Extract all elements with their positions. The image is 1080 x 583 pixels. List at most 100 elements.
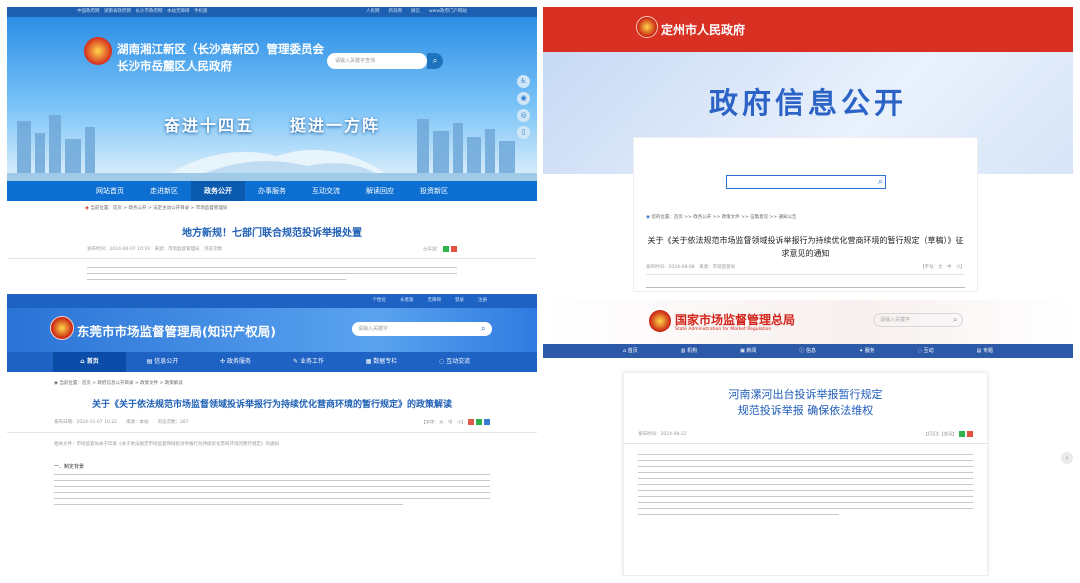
article-card: 河南漯河出台投诉举报暂行规定 规范投诉举报 确保依法维权 发布时间：2024-0… [623,372,988,576]
search-input[interactable]: ⌕ [726,175,886,189]
top-links-left[interactable]: 中国政府网 湖南省政府网 长沙市政府网 本站无障碍 手机版 [77,7,208,17]
article-title-line1: 河南漯河出台投诉举报暂行规定 [728,388,883,401]
article-body-blurred [646,282,965,292]
nav-item-home[interactable]: ⌂ 首页 [53,352,126,372]
nav-item[interactable]: ▤ 专题 [977,344,993,358]
related-file-link[interactable]: 相关文件：市场监管局关于印发《关于依法规范市场监督领域投诉举报行为持续优化营商环… [54,441,490,447]
article-title: 关于《关于依法规范市场监督领域投诉举报行为持续优化营商环境的暂行规定（草稿）》征… [647,236,964,258]
top-link[interactable]: 长者版 [400,294,414,308]
meta-info: 发布时间：2024-06-07 10:19 来源：市场监督管理局 浏览次数 [87,247,223,252]
top-link[interactable]: 无障碍 [428,294,442,308]
wechat-icon[interactable]: ◉ [517,92,530,105]
site-title-line1: 湖南湘江新区（长沙高新区）管理委员会 [117,42,324,56]
national-emblem-icon [50,316,74,340]
site-name: 东莞市市场监督管理局(知识产权局) [77,324,276,339]
breadcrumb-text[interactable]: 当前位置：首页 > 政府信息公开目录 > 政策文件 > 政策解读 [59,381,182,386]
weibo-share-icon[interactable] [468,419,474,425]
nav-item[interactable]: 办事服务 [245,181,299,201]
search-input[interactable]: 请输入关键字查询 [327,53,427,69]
chevron-right-icon[interactable]: › [1061,452,1073,464]
site-header: 国家市场监督管理总局 State Administration for Mark… [543,300,1073,344]
qq-share-icon[interactable] [484,419,490,425]
article-title: 河南漯河出台投诉举报暂行规定 规范投诉举报 确保依法维权 [624,387,987,419]
nav-item[interactable]: 走进新区 [137,181,191,201]
site-name: 国家市场监督管理总局 [675,313,796,327]
top-link[interactable]: 登录 [455,294,464,308]
article-body-blurred [7,473,537,505]
city-skyline-image [7,115,537,181]
breadcrumb-text[interactable]: 您的位置：首页 >> 政务公开 >> 政策文件 >> 征集意见 >> 通知公告 [651,215,796,220]
article-meta: 发布日期：2024-11-07 10:22 来源：本站 浏览次数：287 【字体… [7,419,537,433]
search-icon[interactable]: ⌕ [481,322,485,336]
nav-item[interactable]: ◌ 互动 [918,344,934,358]
search-input[interactable]: 请输入关键字 [352,322,492,336]
article-title: 关于《关于依法规范市场监督领域投诉举报行为持续优化营商环境的暂行规定》的政策解读 [91,400,452,410]
main-nav: 网站首页 走进新区 政务公开 办事服务 互动交流 解读回应 投资新区 [7,181,537,201]
top-links-right[interactable]: 人民网 新浪网 微信 www政府门户网站 [366,7,467,17]
weibo-share-icon[interactable] [451,246,457,252]
main-nav: ⌂ 首页 ▤ 信息公开 ✣ 政务服务 ✎ 业务工作 ▦ 数据专栏 ◌ 互动交流 [7,352,537,372]
weibo-share-icon[interactable] [967,431,973,437]
nav-item[interactable]: 网站首页 [83,181,137,201]
meta-info: 发布时间：2024-08-08 来源：市场监管局 [646,265,736,270]
mobile-icon[interactable]: ▯ [517,126,530,139]
breadcrumb: ◉ 当前位置：首页 > 政务公开 > 法定主动公开目录 > 市场监督管理局 [7,201,537,215]
main-nav: ⌂ 首页 ▥ 机构 ▣ 新闻 ⓘ 信息 ✦ 服务 ◌ 互动 ▤ 专题 [543,344,1073,358]
search-icon[interactable]: ⌕ [427,53,443,69]
nav-item[interactable]: ✎ 业务工作 [272,352,345,372]
accessibility-icon[interactable]: ♿ [517,75,530,88]
search-input[interactable]: 请输入关键字 [873,313,963,327]
screenshot-samr: 国家市场监督管理总局 State Administration for Mark… [543,300,1073,576]
wechat-share-icon[interactable] [959,431,965,437]
nav-item[interactable]: ▦ 数据专栏 [345,352,418,372]
wechat-share-icon[interactable] [476,419,482,425]
hero-banner: 湖南湘江新区（长沙高新区）管理委员会 长沙市岳麓区人民政府 请输入关键字查询 ⌕… [7,17,537,181]
nav-item[interactable]: 解读回应 [353,181,407,201]
nav-item[interactable]: 互动交流 [299,181,353,201]
breadcrumb-text[interactable]: 当前位置：首页 > 政务公开 > 法定主动公开目录 > 市场监督管理局 [90,206,227,211]
banner-title: 政府信息公开 [708,86,907,120]
breadcrumb: ◉ 当前位置：首页 > 政府信息公开目录 > 政策文件 > 政策解读 [7,372,537,394]
screenshot-dingzhou: 定州市人民政府 政府信息公开 ⌕ ◉ 您的位置：首页 >> 政务公开 >> 政策… [543,7,1073,296]
top-link[interactable]: 注册 [478,294,487,308]
top-links-bar: 中国政府网 湖南省政府网 长沙市政府网 本站无障碍 手机版 人民网 新浪网 微信… [7,7,537,17]
nav-item[interactable]: ▣ 新闻 [740,344,756,358]
national-emblem-icon [636,16,658,38]
search-icon[interactable]: ⌕ [878,176,883,188]
font-size-control[interactable]: 【字号：大 中 小】 [920,264,965,270]
site-name: 定州市人民政府 [661,23,746,37]
national-emblem-icon [649,310,671,332]
article-meta: 发布时间：2024-08-22 【打印】【关闭】 [624,431,987,444]
site-title-line2: 长沙市岳麓区人民政府 [117,59,232,73]
print-close-links[interactable]: 【打印】【关闭】 [923,433,957,438]
top-link[interactable]: 个性化 [373,294,387,308]
share-label: 分享到： [423,247,441,253]
article-title: 地方新规！七部门联合规范投诉举报处置 [182,228,362,239]
search-icon[interactable]: ⌕ [953,313,957,327]
breadcrumb: ◉ 您的位置：首页 >> 政务公开 >> 政策文件 >> 征集意见 >> 通知公… [646,214,796,220]
meta-info: 发布日期：2024-11-07 10:22 来源：本站 浏览次数：287 [54,420,189,425]
nav-item[interactable]: ✣ 政务服务 [199,352,272,372]
nav-item[interactable]: ✦ 服务 [859,344,875,358]
article-body-blurred [624,444,987,526]
nav-item[interactable]: ▥ 机构 [681,344,697,358]
font-size-control[interactable]: 【字体：大 中 小】 [421,421,466,426]
screenshot-dongguan: 个性化 长者版 无障碍 登录 注册 东莞市市场监督管理局(知识产权局) 请输入关… [7,294,537,576]
article-body-blurred [7,259,537,289]
nav-item-active[interactable]: 政务公开 [191,181,245,201]
side-share-bar: ♿ ◉ ◎ ▯ [517,75,531,143]
nav-item[interactable]: ⌂ 首页 [623,344,638,358]
nav-item[interactable]: 投资新区 [407,181,461,201]
site-header: 东莞市市场监督管理局(知识产权局) 请输入关键字 ⌕ [7,308,537,352]
article-title-line2: 规范投诉举报 确保依法维权 [737,404,874,417]
nav-item[interactable]: ⓘ 信息 [799,344,816,358]
site-name-en: State Administration for Market Regulati… [675,327,772,332]
top-links-bar: 个性化 长者版 无障碍 登录 注册 [7,294,537,308]
article-meta: 发布时间：2024-06-07 10:19 来源：市场监督管理局 浏览次数 分享… [7,246,537,259]
weibo-icon[interactable]: ◎ [517,109,530,122]
article-card: ⌕ ◉ 您的位置：首页 >> 政务公开 >> 政策文件 >> 征集意见 >> 通… [633,137,978,292]
nav-item[interactable]: ◌ 互动交流 [418,352,491,372]
wechat-share-icon[interactable] [443,246,449,252]
meta-info: 发布时间：2024-08-22 [638,432,687,437]
nav-item[interactable]: ▤ 信息公开 [126,352,199,372]
